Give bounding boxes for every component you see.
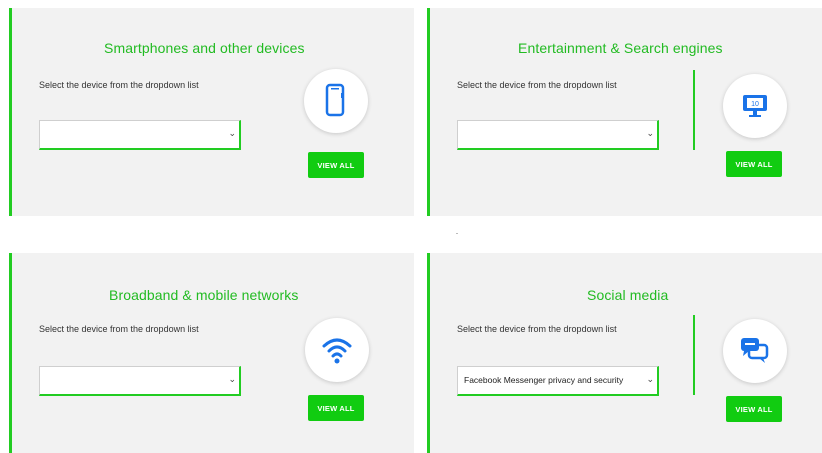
device-dropdown[interactable]: ⌄ bbox=[39, 366, 241, 396]
card-instruction: Select the device from the dropdown list bbox=[457, 80, 617, 90]
card-title: Social media bbox=[587, 287, 669, 303]
svg-text:10: 10 bbox=[751, 101, 759, 108]
card-social-media: Social media Select the device from the … bbox=[427, 253, 822, 453]
smartphone-icon bbox=[304, 69, 368, 133]
separator-dot bbox=[456, 233, 458, 234]
chevron-down-icon: ⌄ bbox=[646, 128, 654, 138]
chat-bubbles-icon bbox=[723, 319, 787, 383]
view-all-button[interactable]: VIEW ALL bbox=[726, 396, 782, 422]
card-broadband: Broadband & mobile networks Select the d… bbox=[9, 253, 414, 453]
card-smartphones: Smartphones and other devices Select the… bbox=[9, 8, 414, 216]
divider bbox=[693, 315, 695, 395]
card-instruction: Select the device from the dropdown list bbox=[39, 324, 199, 334]
device-dropdown[interactable]: ⌄ bbox=[457, 120, 659, 150]
chevron-down-icon: ⌄ bbox=[228, 128, 236, 138]
divider bbox=[693, 70, 695, 150]
view-all-button[interactable]: VIEW ALL bbox=[308, 395, 364, 421]
dropdown-value: Facebook Messenger privacy and security bbox=[464, 375, 624, 385]
chevron-down-icon: ⌄ bbox=[646, 374, 654, 384]
card-title: Smartphones and other devices bbox=[104, 40, 305, 56]
view-all-button[interactable]: VIEW ALL bbox=[726, 151, 782, 177]
tv-icon: 10 bbox=[723, 74, 787, 138]
wifi-icon bbox=[305, 318, 369, 382]
card-title: Entertainment & Search engines bbox=[518, 40, 723, 56]
card-title: Broadband & mobile networks bbox=[109, 287, 299, 303]
view-all-button[interactable]: VIEW ALL bbox=[308, 152, 364, 178]
device-dropdown[interactable]: ⌄ bbox=[39, 120, 241, 150]
device-dropdown[interactable]: Facebook Messenger privacy and security … bbox=[457, 366, 659, 396]
card-instruction: Select the device from the dropdown list bbox=[457, 324, 617, 334]
card-instruction: Select the device from the dropdown list bbox=[39, 80, 199, 90]
card-entertainment: Entertainment & Search engines Select th… bbox=[427, 8, 822, 216]
chevron-down-icon: ⌄ bbox=[228, 374, 236, 384]
